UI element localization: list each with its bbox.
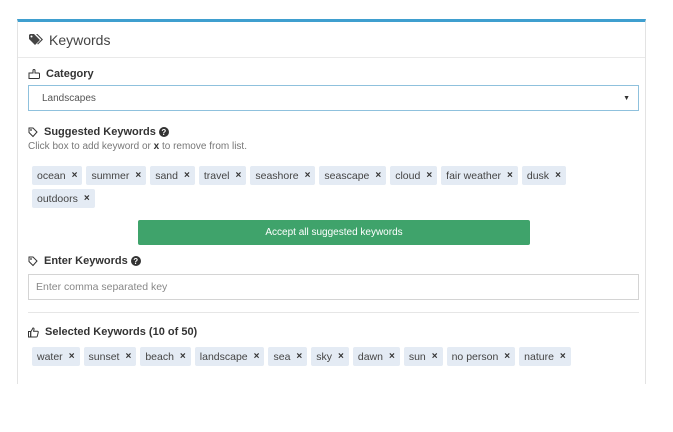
suggested-keywords-label-text: Suggested Keywords bbox=[44, 126, 156, 138]
suggested-chip-label: cloud bbox=[395, 169, 421, 182]
suggested-chip-label: fair weather bbox=[446, 169, 502, 182]
divider bbox=[28, 312, 639, 313]
remove-icon[interactable]: × bbox=[555, 170, 561, 181]
remove-icon[interactable]: × bbox=[84, 193, 90, 204]
suggested-chip-label: dusk bbox=[526, 169, 550, 182]
suggested-chip-label: summer bbox=[91, 169, 130, 182]
selected-chip[interactable]: beach × bbox=[140, 347, 191, 366]
suggested-chip[interactable]: fair weather × bbox=[441, 166, 518, 185]
remove-icon[interactable]: × bbox=[125, 351, 131, 362]
panel-header: Keywords bbox=[18, 22, 645, 58]
remove-icon[interactable]: × bbox=[375, 170, 381, 181]
enter-keywords-label-text: Enter Keywords bbox=[44, 255, 128, 267]
selected-chip-label: sunset bbox=[88, 350, 120, 363]
remove-icon[interactable]: × bbox=[72, 170, 78, 181]
suggested-chip[interactable]: sand × bbox=[150, 166, 195, 185]
suggested-chip[interactable]: ocean × bbox=[32, 166, 83, 185]
selected-keywords-label-text: Selected Keywords (10 of 50) bbox=[45, 326, 198, 338]
remove-icon[interactable]: × bbox=[432, 351, 438, 362]
selected-chip-label: nature bbox=[524, 350, 554, 363]
suggested-chip[interactable]: travel × bbox=[198, 166, 247, 185]
selected-chip[interactable]: sea × bbox=[268, 347, 308, 366]
question-circle-icon[interactable]: ? bbox=[130, 256, 141, 266]
remove-icon[interactable]: × bbox=[254, 351, 260, 362]
selected-chip[interactable]: sun × bbox=[403, 347, 443, 366]
remove-icon[interactable]: × bbox=[560, 351, 566, 362]
selected-chip-label: no person bbox=[451, 350, 499, 363]
suggested-chip[interactable]: summer × bbox=[86, 166, 147, 185]
remove-icon[interactable]: × bbox=[135, 170, 141, 181]
selected-chip-label: sea bbox=[273, 350, 291, 363]
suggested-chip-label: seashore bbox=[255, 169, 299, 182]
selected-chip[interactable]: nature × bbox=[519, 347, 571, 366]
accept-all-button[interactable]: Accept all suggested keywords bbox=[138, 220, 530, 245]
suggested-chip-label: travel bbox=[203, 169, 230, 182]
remove-icon[interactable]: × bbox=[426, 170, 432, 181]
suggested-keywords-list: ocean × summer × sand × travel × seashore × seasca… bbox=[32, 166, 632, 208]
selected-chip[interactable]: no person × bbox=[446, 347, 516, 366]
remove-icon[interactable]: × bbox=[389, 351, 395, 362]
selected-chip-label: sun bbox=[408, 350, 426, 363]
chevron-down-icon: ▼ bbox=[623, 94, 630, 102]
selected-keywords-label: Selected Keywords (10 of 50) bbox=[28, 326, 197, 338]
suggested-keywords-label: Suggested Keywords ? bbox=[28, 126, 169, 138]
selected-chip[interactable]: dawn × bbox=[352, 347, 400, 366]
selected-chip-label: sky bbox=[316, 350, 333, 363]
enter-keywords-label: Enter Keywords ? bbox=[28, 255, 141, 267]
thumbs-up-icon bbox=[28, 326, 39, 338]
category-selected-value: Landscapes bbox=[42, 92, 96, 104]
tag-icon bbox=[28, 127, 38, 138]
remove-icon[interactable]: × bbox=[69, 351, 75, 362]
hand-pointer-icon bbox=[28, 69, 40, 79]
keywords-panel: Keywords Category Landscapes ▼ Suggested… bbox=[17, 19, 646, 384]
selected-chip[interactable]: landscape × bbox=[194, 347, 265, 366]
remove-icon[interactable]: × bbox=[184, 170, 190, 181]
remove-icon[interactable]: × bbox=[338, 351, 344, 362]
suggested-chip-label: seascape bbox=[324, 169, 370, 182]
remove-icon[interactable]: × bbox=[296, 351, 302, 362]
remove-icon[interactable]: × bbox=[236, 170, 242, 181]
enter-keywords-placeholder: Enter comma separated key bbox=[36, 281, 168, 293]
suggested-chip[interactable]: dusk × bbox=[521, 166, 566, 185]
selected-chip-label: landscape bbox=[199, 350, 248, 363]
suggested-hint: Click box to add keyword or x to remove … bbox=[28, 141, 247, 152]
remove-icon[interactable]: × bbox=[507, 170, 513, 181]
tags-icon bbox=[29, 33, 44, 46]
selected-chip-label: water bbox=[37, 350, 63, 363]
selected-chip[interactable]: water × bbox=[32, 347, 80, 366]
panel-title: Keywords bbox=[49, 31, 111, 48]
suggested-chip-label: sand bbox=[155, 169, 178, 182]
enter-keywords-input[interactable]: Enter comma separated key bbox=[28, 274, 639, 300]
selected-chip-label: beach bbox=[145, 350, 174, 363]
remove-icon[interactable]: × bbox=[504, 351, 510, 362]
selected-chip-label: dawn bbox=[357, 350, 383, 363]
hint-suffix: to remove from list. bbox=[159, 141, 247, 152]
selected-chip[interactable]: sunset × bbox=[83, 347, 137, 366]
suggested-chip-label: outdoors bbox=[37, 192, 78, 205]
suggested-chip[interactable]: seashore × bbox=[250, 166, 316, 185]
tag-icon bbox=[28, 256, 38, 267]
suggested-chip-label: ocean bbox=[37, 169, 66, 182]
question-circle-icon[interactable]: ? bbox=[158, 127, 169, 137]
category-label-text: Category bbox=[46, 68, 94, 80]
selected-keywords-list: water × sunset × beach × landscape × sea × sky × daw… bbox=[32, 347, 632, 366]
remove-icon[interactable]: × bbox=[180, 351, 186, 362]
suggested-chip[interactable]: outdoors × bbox=[32, 189, 95, 208]
hint-prefix: Click box to add keyword or bbox=[28, 141, 154, 152]
selected-chip[interactable]: sky × bbox=[311, 347, 349, 366]
suggested-chip[interactable]: cloud × bbox=[390, 166, 438, 185]
category-label: Category bbox=[28, 68, 94, 80]
remove-icon[interactable]: × bbox=[305, 170, 311, 181]
category-select[interactable]: Landscapes ▼ bbox=[28, 85, 639, 111]
suggested-chip[interactable]: seascape × bbox=[319, 166, 387, 185]
